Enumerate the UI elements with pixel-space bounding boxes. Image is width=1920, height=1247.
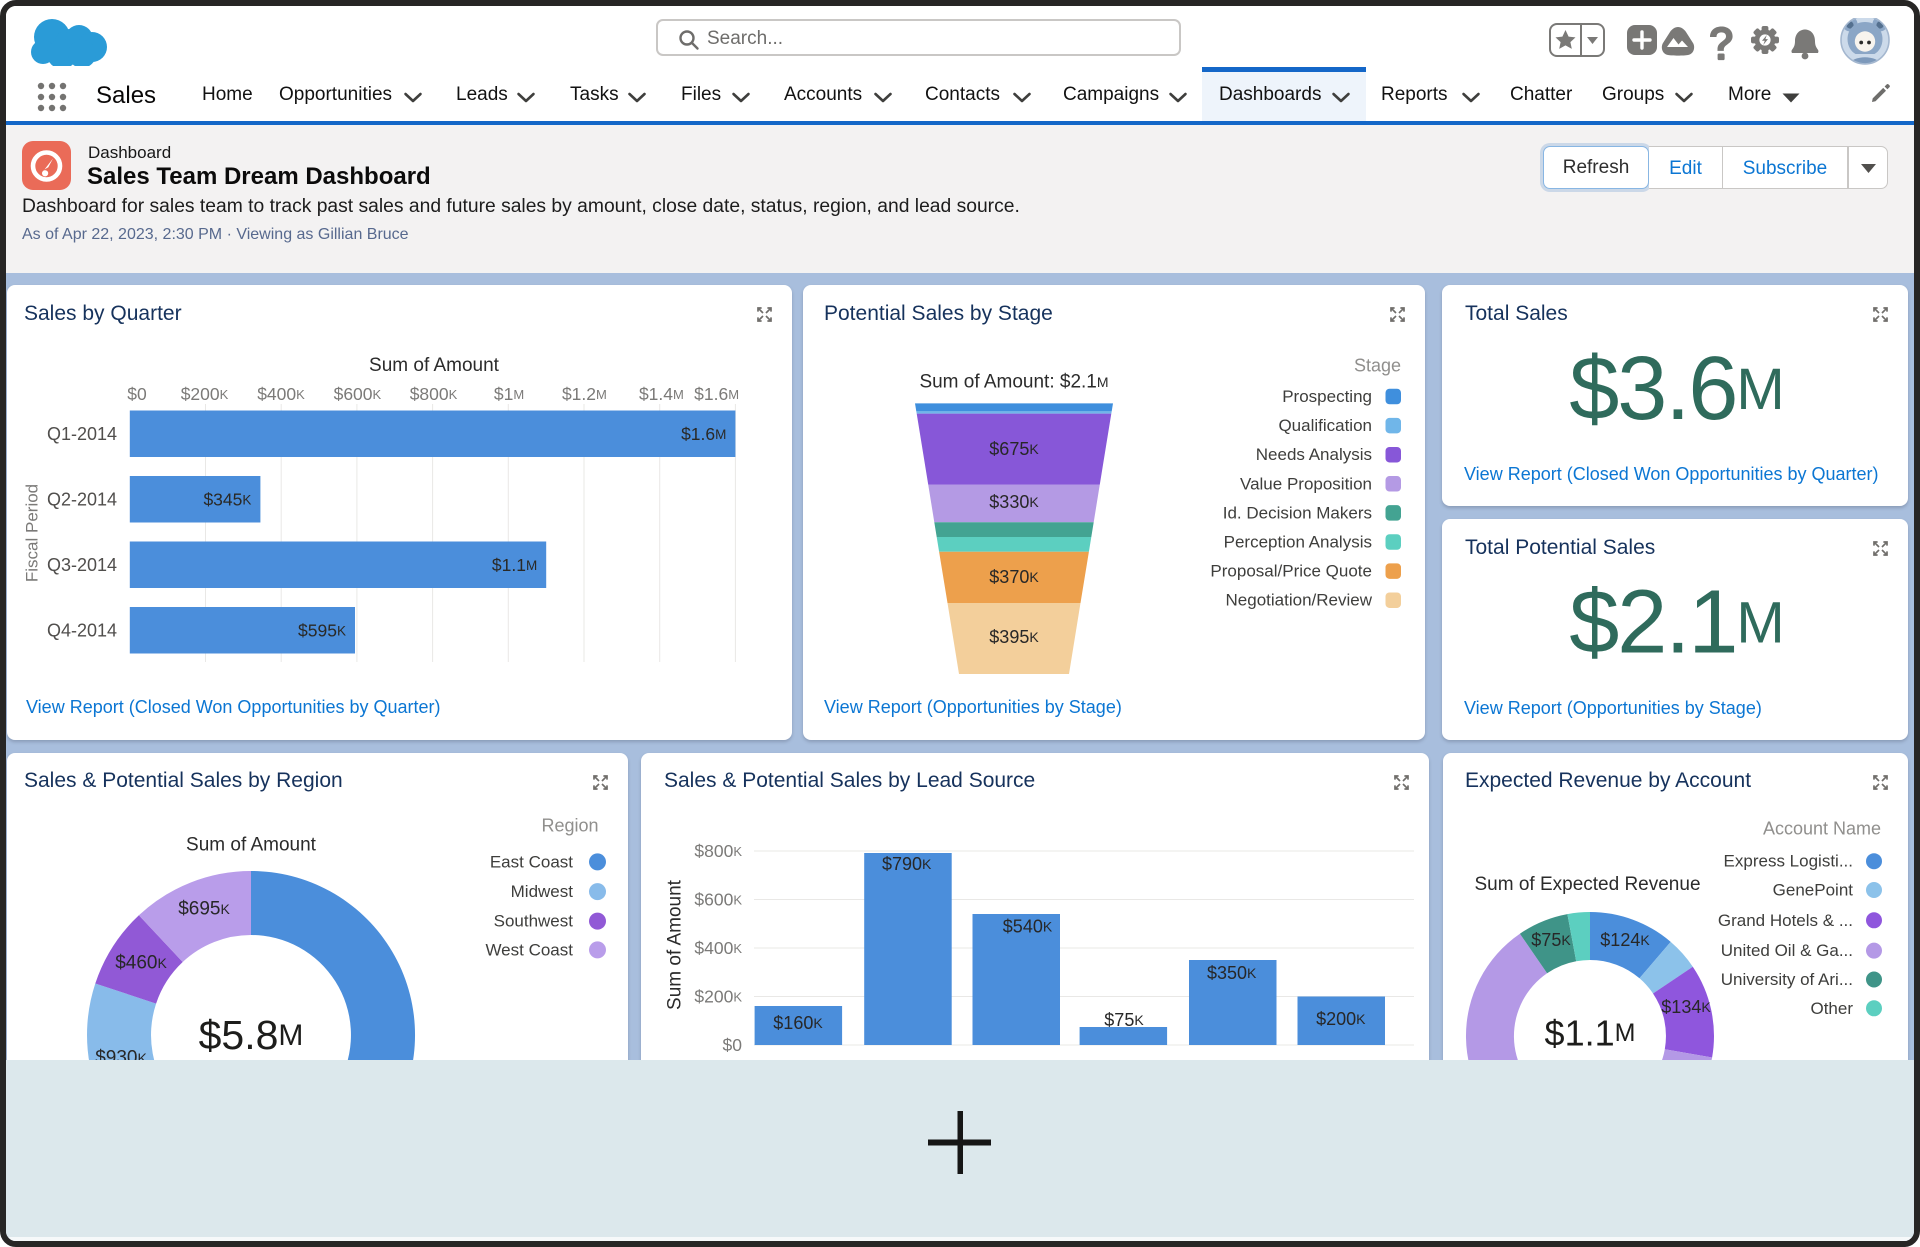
svg-text:University of Ari...: University of Ari... bbox=[1721, 970, 1853, 989]
svg-text:Q2-2014: Q2-2014 bbox=[47, 489, 117, 509]
svg-text:$345K: $345K bbox=[203, 489, 251, 509]
svg-text:$200K: $200K bbox=[694, 987, 742, 1007]
svg-text:$2.1M: $2.1M bbox=[1569, 573, 1783, 673]
svg-text:$800K: $800K bbox=[694, 841, 742, 861]
svg-text:Needs Analysis: Needs Analysis bbox=[1256, 445, 1372, 464]
svg-text:$75K: $75K bbox=[1531, 930, 1571, 950]
svg-text:Perception Analysis: Perception Analysis bbox=[1224, 533, 1372, 552]
svg-text:Stage: Stage bbox=[1354, 356, 1401, 376]
svg-text:$200K: $200K bbox=[1316, 1009, 1366, 1029]
svg-text:Sum of Amount: $2.1M: Sum of Amount: $2.1M bbox=[919, 372, 1108, 393]
svg-text:$124K: $124K bbox=[1600, 930, 1650, 950]
svg-text:$5.8M: $5.8M bbox=[199, 1012, 304, 1058]
svg-text:Sum of Amount: Sum of Amount bbox=[186, 835, 317, 856]
svg-text:Fiscal Period: Fiscal Period bbox=[23, 484, 42, 582]
svg-text:$400K: $400K bbox=[257, 384, 305, 404]
svg-text:Grand Hotels & ...: Grand Hotels & ... bbox=[1718, 911, 1853, 930]
svg-text:$675K: $675K bbox=[989, 439, 1039, 459]
svg-text:$1.4M: $1.4M bbox=[639, 384, 684, 404]
svg-text:Prospecting: Prospecting bbox=[1282, 387, 1372, 406]
svg-text:Id. Decision Makers: Id. Decision Makers bbox=[1223, 503, 1372, 522]
svg-text:$0: $0 bbox=[127, 384, 147, 404]
svg-text:$1.6M: $1.6M bbox=[694, 384, 739, 404]
svg-text:$790K: $790K bbox=[882, 854, 932, 874]
svg-text:$134K: $134K bbox=[1661, 997, 1711, 1017]
svg-text:$1.2M: $1.2M bbox=[562, 384, 607, 404]
svg-text:$460K: $460K bbox=[115, 953, 167, 974]
svg-text:Account Name: Account Name bbox=[1763, 819, 1881, 839]
svg-text:Sum of Amount: Sum of Amount bbox=[665, 879, 686, 1010]
svg-text:Proposal/Price Quote: Proposal/Price Quote bbox=[1210, 562, 1372, 581]
svg-text:Value Proposition: Value Proposition bbox=[1240, 474, 1372, 493]
svg-text:United Oil & Ga...: United Oil & Ga... bbox=[1721, 941, 1853, 960]
svg-text:West Coast: West Coast bbox=[485, 940, 573, 959]
svg-text:Express Logisti...: Express Logisti... bbox=[1724, 852, 1853, 871]
svg-text:Southwest: Southwest bbox=[494, 912, 574, 931]
svg-text:$695K: $695K bbox=[178, 899, 230, 920]
svg-text:$330K: $330K bbox=[989, 492, 1039, 512]
svg-text:Midwest: Midwest bbox=[511, 882, 574, 901]
svg-text:Sum of Expected Revenue: Sum of Expected Revenue bbox=[1474, 874, 1700, 895]
svg-text:Region: Region bbox=[541, 815, 598, 835]
svg-text:$3.6M: $3.6M bbox=[1569, 339, 1783, 439]
svg-text:$160K: $160K bbox=[773, 1013, 823, 1033]
svg-text:$350K: $350K bbox=[1207, 963, 1257, 983]
svg-text:$1.1M: $1.1M bbox=[492, 555, 537, 575]
svg-text:Qualification: Qualification bbox=[1278, 416, 1372, 435]
svg-text:Q1-2014: Q1-2014 bbox=[47, 424, 117, 444]
svg-text:$400K: $400K bbox=[694, 938, 742, 958]
svg-text:$75K: $75K bbox=[1104, 1010, 1144, 1030]
svg-text:$600K: $600K bbox=[694, 890, 742, 910]
svg-text:$800K: $800K bbox=[410, 384, 458, 404]
svg-text:East Coast: East Coast bbox=[490, 852, 573, 871]
svg-text:Negotiation/Review: Negotiation/Review bbox=[1226, 591, 1373, 610]
svg-text:Q3-2014: Q3-2014 bbox=[47, 555, 117, 575]
svg-text:$1M: $1M bbox=[494, 384, 524, 404]
svg-text:$1.1M: $1.1M bbox=[1545, 1013, 1636, 1054]
svg-text:$540K: $540K bbox=[1003, 916, 1053, 936]
svg-text:$200K: $200K bbox=[181, 384, 229, 404]
svg-text:$595K: $595K bbox=[298, 620, 346, 640]
svg-text:Sum of Amount: Sum of Amount bbox=[369, 355, 500, 376]
svg-text:Other: Other bbox=[1810, 999, 1853, 1018]
svg-text:$1.6M: $1.6M bbox=[681, 424, 726, 444]
svg-text:$600K: $600K bbox=[334, 384, 382, 404]
svg-text:$0: $0 bbox=[723, 1035, 743, 1055]
svg-text:GenePoint: GenePoint bbox=[1773, 881, 1854, 900]
svg-text:$370K: $370K bbox=[989, 567, 1039, 587]
svg-text:Q4-2014: Q4-2014 bbox=[47, 620, 117, 640]
svg-text:$395K: $395K bbox=[989, 627, 1039, 647]
